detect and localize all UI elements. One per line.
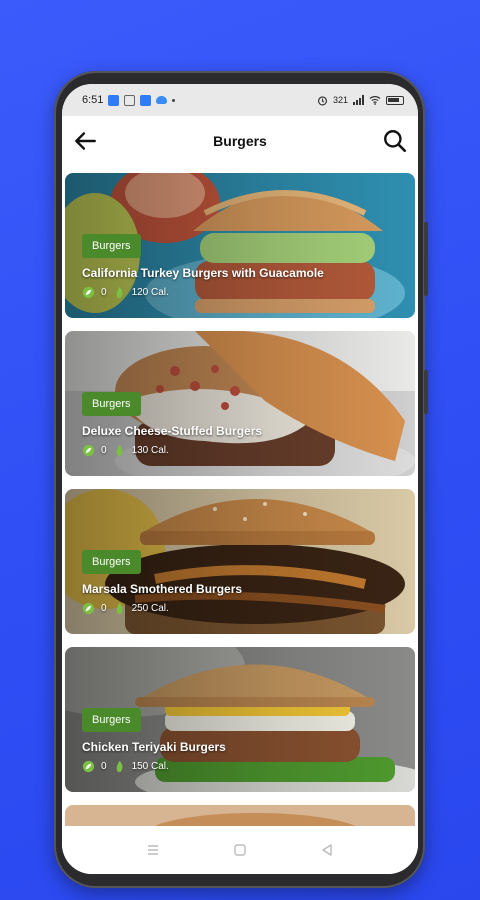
likes-count: 0	[101, 761, 107, 772]
recipe-card[interactable]: Burgers Deluxe Cheese-Stuffed Burgers 0 …	[65, 331, 415, 476]
leaf-icon	[82, 602, 95, 615]
category-badge: Burgers	[82, 234, 141, 258]
status-bar: 6:51 321	[62, 84, 418, 116]
recipe-card[interactable]: Burgers Marsala Smothered Burgers 0 250 …	[65, 489, 415, 634]
recipe-title: Deluxe Cheese-Stuffed Burgers	[82, 424, 263, 438]
recipe-card[interactable]: Burgers Chicken Teriyaki Burgers 0 150 C…	[65, 647, 415, 792]
recipe-card[interactable]: Burgers California Turkey Burgers with G…	[65, 173, 415, 318]
power-button	[424, 370, 428, 414]
recipe-meta: 0 120 Cal.	[82, 286, 169, 299]
flame-icon	[116, 602, 123, 615]
system-nav-bar	[62, 826, 418, 874]
screenshot-icon	[124, 94, 136, 106]
more-notifications-icon	[172, 98, 176, 102]
signal-icon	[353, 95, 364, 105]
recipe-title: Chicken Teriyaki Burgers	[82, 740, 226, 754]
page-title: Burgers	[213, 133, 267, 149]
menu-icon[interactable]	[146, 843, 160, 857]
app-bar: Burgers	[62, 116, 418, 166]
wifi-icon	[369, 96, 381, 105]
alarm-icon	[317, 95, 328, 105]
arrow-left-icon[interactable]	[72, 128, 98, 154]
recipe-title: Marsala Smothered Burgers	[82, 582, 243, 596]
calories: 130 Cal.	[131, 445, 169, 456]
flame-icon	[116, 760, 123, 773]
search-icon[interactable]	[382, 128, 408, 154]
cloud-icon	[156, 96, 168, 104]
category-badge: Burgers	[82, 392, 141, 416]
phone-screen: 6:51 321 Burgers Burgers California Turk…	[62, 84, 418, 874]
recipe-meta: 0 250 Cal.	[82, 602, 169, 615]
recipe-meta: 0 150 Cal.	[82, 760, 169, 773]
status-time: 6:51	[82, 94, 104, 106]
leaf-icon	[82, 286, 95, 299]
recipe-title: California Turkey Burgers with Guacamole	[82, 266, 324, 280]
leaf-icon	[82, 760, 95, 773]
network-speed: 321	[332, 95, 348, 105]
calories: 120 Cal.	[131, 287, 169, 298]
calories: 150 Cal.	[131, 761, 169, 772]
battery-icon	[386, 95, 404, 105]
flame-icon	[116, 444, 123, 457]
volume-button	[424, 222, 428, 296]
category-badge: Burgers	[82, 708, 141, 732]
bluetooth-app-icon	[140, 94, 152, 106]
calories: 250 Cal.	[131, 603, 169, 614]
likes-count: 0	[101, 603, 107, 614]
back-triangle-icon[interactable]	[320, 843, 334, 857]
recipe-meta: 0 130 Cal.	[82, 444, 169, 457]
flame-icon	[116, 286, 123, 299]
likes-count: 0	[101, 287, 107, 298]
leaf-icon	[82, 444, 95, 457]
likes-count: 0	[101, 445, 107, 456]
app-notification-icon	[108, 94, 120, 106]
category-badge: Burgers	[82, 550, 141, 574]
home-square-icon[interactable]	[233, 843, 247, 857]
